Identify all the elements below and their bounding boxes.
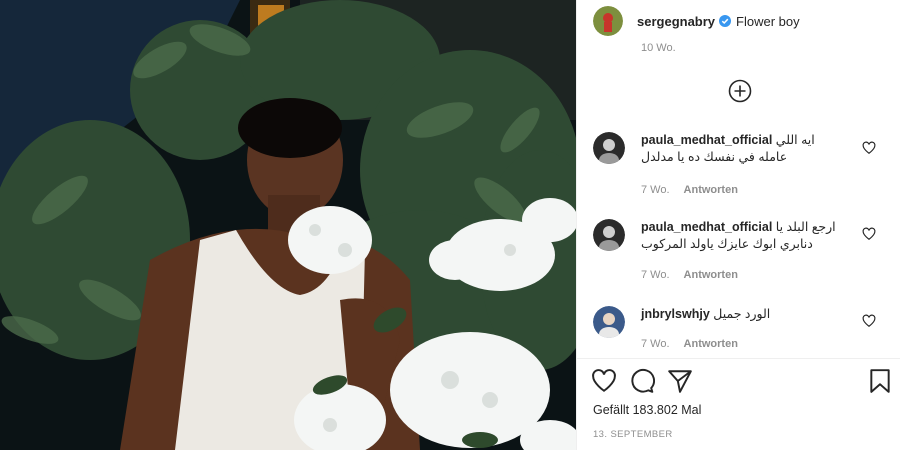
author-username[interactable]: sergegnabry: [637, 14, 715, 29]
comment-like-heart-icon[interactable]: [862, 314, 876, 328]
comment-icon[interactable]: [629, 368, 655, 394]
commenter-username[interactable]: paula_medhat_official: [641, 133, 772, 147]
instagram-post: sergegnabry Flower boy 10 Wo. paula_medh…: [0, 0, 900, 450]
post-date: 13. SEPTEMBER: [593, 429, 673, 440]
post-header: sergegnabry Flower boy: [593, 6, 800, 36]
reply-button[interactable]: Antworten: [684, 184, 738, 196]
reply-button[interactable]: Antworten: [684, 269, 738, 281]
comment-body: paula_medhat_official ارجع البلد يا دناب…: [641, 219, 861, 253]
actions-divider: [577, 358, 900, 359]
comment-item: paula_medhat_official ايه اللي عامله في …: [593, 132, 893, 202]
comment-item: jnbrylswhjy الورد جميل 7 Wo. Antworten: [593, 306, 893, 356]
likes-count[interactable]: Gefällt 183.802 Mal: [593, 403, 701, 417]
paper-plane-icon[interactable]: [667, 368, 693, 394]
author-avatar[interactable]: [593, 6, 623, 36]
comment-item: paula_medhat_official ارجع البلد يا دناب…: [593, 219, 893, 289]
comment-text-line-1: الورد جميل: [713, 307, 771, 321]
comment-body: paula_medhat_official ايه اللي عامله في …: [641, 132, 861, 166]
comment-meta: 7 Wo. Antworten: [641, 184, 738, 196]
post-photo[interactable]: [0, 0, 576, 450]
comment-meta: 7 Wo. Antworten: [641, 338, 738, 350]
heart-icon[interactable]: [591, 368, 617, 394]
comment-time: 7 Wo.: [641, 269, 670, 281]
reply-button[interactable]: Antworten: [684, 338, 738, 350]
bookmark-icon[interactable]: [867, 368, 893, 394]
comment-text-line-1: ايه اللي: [775, 133, 815, 147]
plus-circle-icon[interactable]: [728, 79, 752, 103]
post-time-ago: 10 Wo.: [641, 42, 676, 54]
post-side-panel: sergegnabry Flower boy 10 Wo. paula_medh…: [576, 0, 900, 450]
commenter-username[interactable]: jnbrylswhjy: [641, 307, 710, 321]
comment-like-heart-icon[interactable]: [862, 141, 876, 155]
comment-time: 7 Wo.: [641, 184, 670, 196]
comment-text-line-2: عامله في نفسك ده يا مدلدل: [641, 150, 788, 164]
verified-badge-icon: [719, 15, 732, 27]
comment-text-line-1: ارجع البلد يا: [775, 220, 836, 234]
commenter-username[interactable]: paula_medhat_official: [641, 220, 772, 234]
commenter-avatar[interactable]: [593, 132, 625, 164]
caption-line: sergegnabry Flower boy: [637, 14, 800, 29]
comment-body: jnbrylswhjy الورد جميل: [641, 306, 861, 323]
commenter-avatar[interactable]: [593, 219, 625, 251]
post-caption: Flower boy: [736, 13, 800, 29]
photo-illustration: [0, 0, 576, 450]
comment-like-heart-icon[interactable]: [862, 227, 876, 241]
comment-meta: 7 Wo. Antworten: [641, 269, 738, 281]
post-actions-bar: [591, 368, 891, 396]
commenter-avatar[interactable]: [593, 306, 625, 338]
comment-time: 7 Wo.: [641, 338, 670, 350]
comment-text-line-2: دنابري ابوك عايزك ياولد المركوب: [641, 237, 813, 251]
